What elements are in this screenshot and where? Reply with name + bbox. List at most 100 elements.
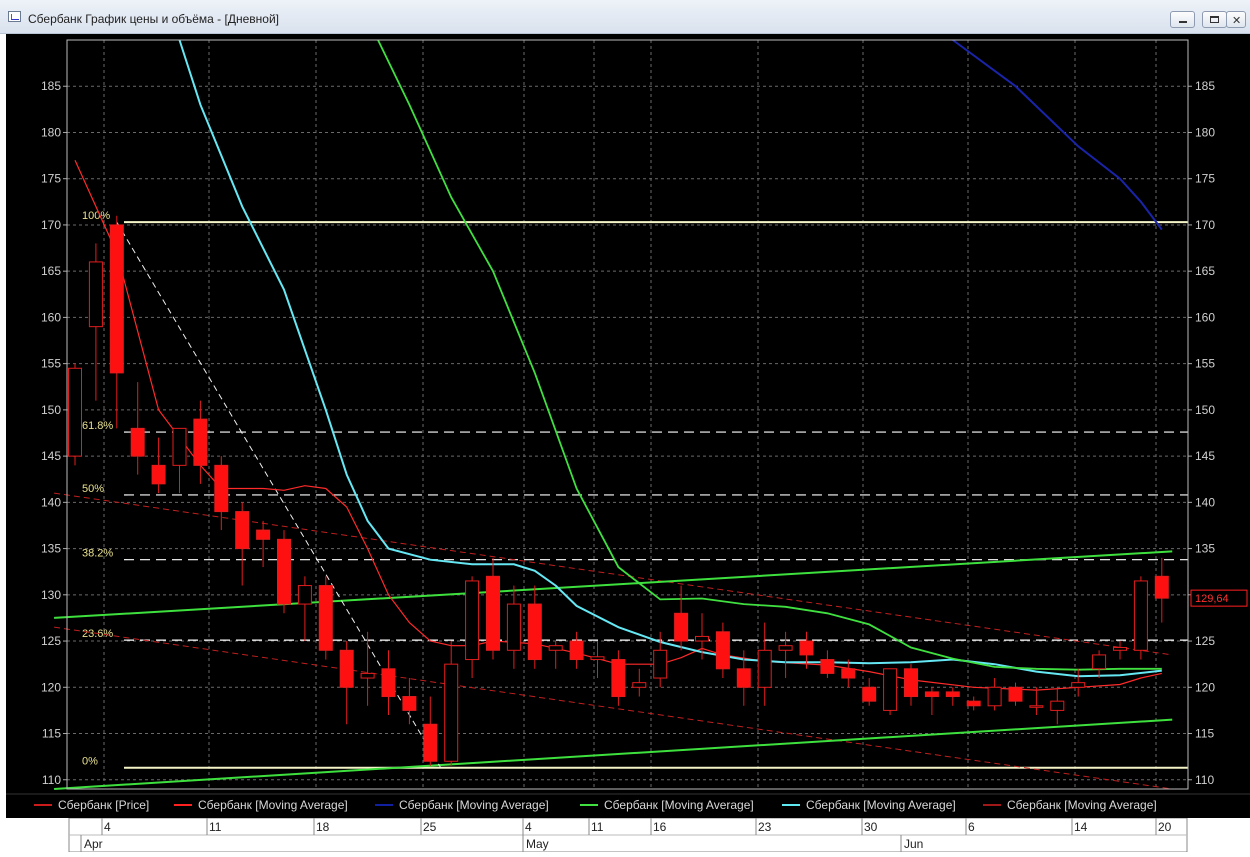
candlesticks[interactable]: [68, 215, 1169, 766]
candle: [109, 215, 124, 429]
candle: [486, 557, 500, 660]
candle: [1008, 682, 1023, 706]
candle: [277, 530, 291, 614]
candle-body: [799, 640, 814, 656]
date-day-label: 20: [1158, 820, 1172, 834]
candle: [883, 668, 898, 716]
candle: [862, 678, 877, 706]
candle-body: [130, 427, 145, 457]
candle: [757, 622, 772, 706]
moving-average-navy: [952, 39, 1163, 231]
candle-body: [402, 696, 417, 711]
candle: [506, 585, 521, 669]
plot-border: [66, 39, 1189, 790]
y-tick-label-left: 165: [41, 264, 61, 278]
y-tick-label-left: 145: [41, 449, 61, 463]
close-button[interactable]: ✕: [1226, 11, 1246, 28]
candle: [235, 502, 250, 586]
candle-body: [1071, 682, 1086, 688]
legend: Сбербанк [Price] Сбербанк [Moving Average…: [6, 793, 1250, 812]
date-day-label: 11: [209, 820, 222, 834]
candle-body: [88, 261, 103, 328]
red-channel-upper: [54, 492, 1173, 656]
y-tick-label-left: 110: [42, 773, 61, 787]
y-tick-label-right: 150: [1195, 403, 1215, 417]
grid: [67, 40, 1188, 789]
candle: [1029, 687, 1044, 716]
maximize-button[interactable]: [1202, 11, 1227, 28]
date-month-label: Jun: [904, 837, 923, 851]
minimize-button[interactable]: [1170, 11, 1195, 28]
candle: [1133, 576, 1148, 660]
green-channel-upper: [54, 550, 1173, 619]
candle-body: [695, 635, 709, 642]
candle-body: [318, 585, 333, 651]
candle: [945, 687, 960, 706]
candle-body: [1008, 686, 1023, 702]
legend-label: Сбербанк [Price]: [58, 798, 149, 812]
y-tick-label-right: 160: [1195, 310, 1215, 324]
y-tick-label-right: 180: [1195, 125, 1215, 139]
y-tick-label-left: 130: [41, 588, 61, 602]
candle: [130, 382, 145, 475]
candle: [172, 427, 187, 494]
legend-item: Сбербанк [Price]: [34, 798, 149, 812]
legend-item: Сбербанк [Moving Average]: [174, 798, 348, 812]
candle-body: [611, 659, 626, 698]
candle: [924, 687, 939, 716]
last-price-label: 129,64: [1195, 593, 1229, 605]
moving-average-red: [74, 159, 1162, 691]
date-day-label: 23: [758, 820, 772, 834]
candle-body: [674, 612, 689, 642]
candle-body: [715, 631, 730, 670]
candle: [527, 585, 542, 669]
candle-body: [339, 649, 354, 688]
candle: [1050, 687, 1065, 725]
legend-item: Сбербанк [Moving Average]: [580, 798, 754, 812]
date-day-label: 4: [525, 820, 532, 834]
candle-body: [214, 464, 229, 513]
date-day-label: 16: [653, 820, 667, 834]
price-axes: 1101101151151201201251251301301351351401…: [41, 39, 1248, 790]
fibonacci-label: 38.2%: [82, 548, 113, 560]
candle-body: [904, 668, 918, 698]
y-tick-label-left: 155: [41, 357, 61, 371]
candle-body: [193, 418, 208, 466]
y-tick-label-left: 125: [41, 634, 61, 648]
candle-body: [883, 668, 898, 711]
y-tick-label-left: 180: [41, 125, 61, 139]
candle: [548, 641, 563, 669]
candle-body: [444, 663, 459, 762]
fibonacci-label: 50%: [82, 483, 104, 495]
window-titlebar[interactable]: Сбербанк График цены и объёма - [Дневной…: [0, 0, 1250, 34]
candle: [590, 641, 605, 679]
candle: [318, 576, 333, 660]
legend-label: Сбербанк [Moving Average]: [604, 798, 754, 812]
candle: [151, 437, 166, 494]
y-tick-label-right: 175: [1195, 172, 1215, 186]
y-tick-label-right: 145: [1195, 449, 1215, 463]
y-tick-label-left: 120: [41, 680, 61, 694]
candle-body: [465, 580, 480, 661]
chart-app-icon: [8, 11, 21, 22]
candle: [987, 678, 1002, 711]
candle: [297, 576, 312, 642]
y-tick-label-left: 115: [42, 727, 61, 741]
y-tick-label-left: 135: [41, 542, 61, 556]
price-chart[interactable]: 100% 61.8% 50% 38.2% 23.6% 0% 110 110 115 115 120…: [6, 34, 1250, 818]
date-axis-scale[interactable]: 4 11 18 25 4 11 16 23 30 6 14 20 Apr May Jun: [0, 817, 1250, 853]
chart-area[interactable]: 100% 61.8% 50% 38.2% 23.6% 0% 110 110 115 115 120…: [6, 34, 1250, 818]
window-title: Сбербанк График цены и объёма - [Дневной…: [28, 12, 279, 26]
candle-body: [151, 464, 166, 485]
candle-body: [653, 649, 668, 679]
legend-label: Сбербанк [Moving Average]: [198, 798, 348, 812]
y-tick-label-right: 170: [1195, 218, 1215, 232]
date-day-label: 18: [316, 820, 330, 834]
candle-body: [569, 640, 584, 661]
candle-body: [527, 603, 542, 661]
candle: [68, 363, 82, 466]
candle: [569, 631, 584, 669]
candle-body: [1113, 647, 1127, 651]
candle: [904, 664, 918, 706]
date-axis[interactable]: 4 11 18 25 4 11 16 23 30 6 14 20 Apr May Jun: [0, 817, 1250, 853]
